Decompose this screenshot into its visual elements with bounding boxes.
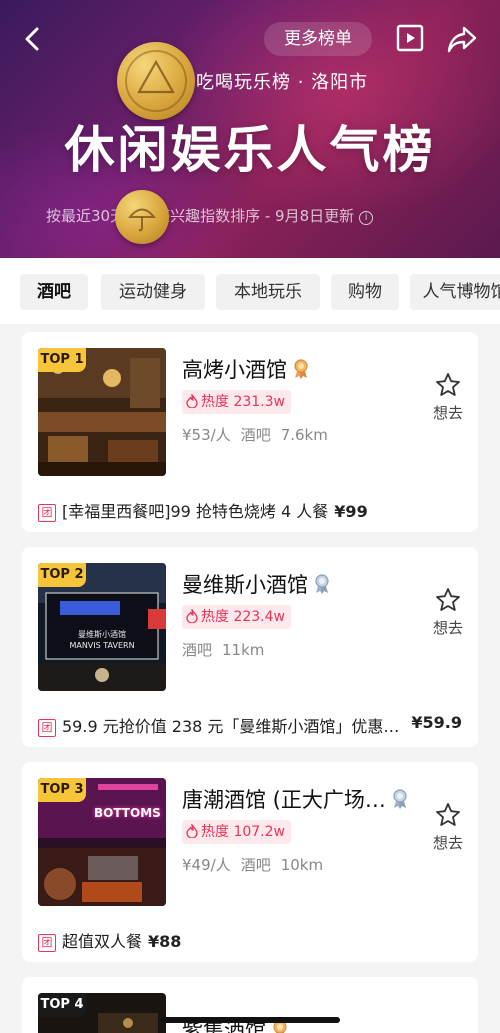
rank-badge: TOP 1 — [38, 348, 86, 372]
shop-name-text: 高烤小酒馆 — [182, 358, 287, 382]
group-buy-tag: 团 — [38, 934, 56, 952]
group-buy-tag: 团 — [38, 719, 56, 737]
want-to-go-label: 想去 — [432, 404, 463, 422]
star-outline-icon — [436, 373, 460, 396]
deal-price: ¥59.9 — [411, 713, 462, 732]
back-button[interactable] — [18, 24, 48, 54]
group-deal-row[interactable]: 团 [幸福里西餐吧]99 抢特色烧烤 4 人餐 ¥99 — [38, 498, 462, 522]
rank-badge: TOP 3 — [38, 778, 86, 802]
neon-sign-text: BOTTOMS — [94, 806, 161, 820]
share-button[interactable] — [446, 24, 478, 54]
flame-icon — [186, 824, 198, 838]
category-tabs: 酒吧 运动健身 本地玩乐 购物 人气博物馆 — [0, 258, 500, 324]
shop-name-text: 唐潮酒馆 (正大广场… — [182, 788, 386, 812]
heat-value: 热度 231.3w — [201, 394, 285, 410]
star-outline-icon — [436, 588, 460, 611]
shop-category: 酒吧 — [182, 641, 213, 659]
shop-meta: ¥53/人 酒吧 7.6km — [182, 424, 338, 445]
heat-badge: 热度 107.2w — [182, 820, 291, 844]
storefront-sign-cn: 曼维斯小酒馆 — [78, 630, 126, 639]
shop-name[interactable]: 曼维斯小酒馆 — [182, 569, 330, 599]
ranking-card[interactable]: TOP 4 紫集酒馆 — [22, 977, 478, 1033]
shop-distance: 10km — [280, 856, 324, 874]
ranking-card[interactable]: 曼维斯小酒馆 MANVIS TAVERN TOP 2 曼维斯小酒馆 热度 223… — [22, 547, 478, 747]
want-to-go-button[interactable]: 想去 — [426, 372, 470, 423]
avg-price: ¥53/人 — [182, 426, 231, 444]
tab-shopping[interactable]: 购物 — [331, 274, 399, 310]
shop-name[interactable]: 唐潮酒馆 (正大广场… — [182, 784, 408, 814]
ranking-card[interactable]: BOTTOMS TOP 3 唐潮酒馆 (正大广场… 热度 107.2w ¥49/… — [22, 762, 478, 962]
play-video-icon — [396, 24, 424, 52]
group-deal-row[interactable]: 团超值双人餐 ¥88 — [38, 928, 462, 952]
shop-distance: 7.6km — [280, 426, 328, 444]
heat-value: 热度 107.2w — [201, 824, 285, 840]
shop-meta: ¥49/人 酒吧 10km — [182, 854, 333, 875]
tab-local-fun[interactable]: 本地玩乐 — [216, 274, 320, 310]
umbrella-emblem-icon — [127, 208, 157, 232]
chevron-left-icon — [25, 27, 39, 51]
tab-popular-museum[interactable]: 人气博物馆 — [410, 274, 500, 310]
tab-sports-fitness[interactable]: 运动健身 — [101, 274, 205, 310]
tab-bar[interactable]: 酒吧 — [20, 274, 88, 310]
gold-coin-decoration — [117, 42, 195, 120]
shop-thumbnail[interactable]: TOP 4 — [38, 993, 166, 1033]
ranking-card[interactable]: TOP 1 高烤小酒馆 热度 231.3w ¥53/人 酒吧 7.6km 想去 团 [… — [22, 332, 478, 532]
shop-meta: 酒吧 11km — [182, 639, 274, 660]
flame-icon — [186, 609, 198, 623]
shop-category: 酒吧 — [240, 856, 271, 874]
silver-medal-icon — [393, 789, 407, 809]
avg-price: ¥49/人 — [182, 856, 231, 874]
shop-name-text: 曼维斯小酒馆 — [182, 573, 308, 597]
more-lists-button[interactable]: 更多榜单 — [264, 22, 372, 56]
heat-badge: 热度 223.4w — [182, 605, 291, 629]
flame-icon — [186, 394, 198, 408]
gold-medal-icon — [294, 359, 308, 379]
rank-badge: TOP 2 — [38, 563, 86, 587]
deal-price: ¥88 — [148, 932, 182, 951]
list-subtitle: 吃喝玩乐榜 · 洛阳市 — [196, 72, 369, 93]
deal-description: [幸福里西餐吧]99 抢特色烧烤 4 人餐 — [62, 502, 329, 521]
star-outline-icon — [436, 803, 460, 826]
ranking-description: 按最近30天用户感兴趣指数排序 - 9月8日更新 i — [46, 205, 374, 226]
share-arrow-icon — [447, 26, 477, 53]
want-to-go-button[interactable]: 想去 — [426, 587, 470, 638]
heat-value: 热度 223.4w — [201, 609, 285, 625]
want-to-go-button[interactable]: 想去 — [426, 802, 470, 853]
shop-distance: 11km — [222, 641, 265, 659]
video-button[interactable] — [396, 24, 424, 52]
shop-thumbnail[interactable]: 曼维斯小酒馆 MANVIS TAVERN TOP 2 — [38, 563, 166, 691]
heat-badge: 热度 231.3w — [182, 390, 291, 414]
deal-description: 超值双人餐 — [62, 932, 143, 951]
deal-description: 59.9 元抢价值 238 元「曼维斯小酒馆」优惠… — [62, 717, 400, 736]
deal-price: ¥99 — [334, 502, 368, 521]
shop-name[interactable]: 高烤小酒馆 — [182, 354, 309, 384]
shop-thumbnail[interactable]: TOP 1 — [38, 348, 166, 476]
gold-coin-decoration — [115, 190, 169, 244]
want-to-go-label: 想去 — [432, 834, 463, 852]
page-title: 休闲娱乐人气榜 — [64, 121, 436, 179]
silver-medal-icon — [315, 574, 329, 594]
list-header-banner: 更多榜单 吃喝玩乐榜 · 洛阳市 休闲娱乐人气榜 按最近30天用户感兴趣指数排序… — [0, 0, 500, 258]
shop-thumbnail[interactable]: BOTTOMS TOP 3 — [38, 778, 166, 906]
rank-badge: TOP 4 — [38, 993, 86, 1017]
ranking-description-text: 按最近30天用户感兴趣指数排序 - 9月8日更新 — [46, 207, 355, 225]
want-to-go-label: 想去 — [432, 619, 463, 637]
shop-category: 酒吧 — [240, 426, 271, 444]
storefront-sign-en: MANVIS TAVERN — [69, 641, 135, 650]
triangle-emblem-icon — [125, 50, 187, 112]
group-buy-tag: 团 — [38, 504, 56, 522]
group-deal-row[interactable]: 团 59.9 元抢价值 238 元「曼维斯小酒馆」优惠… ¥59.9 — [38, 713, 462, 737]
home-indicator[interactable] — [160, 1017, 340, 1023]
info-icon[interactable]: i — [359, 211, 374, 225]
